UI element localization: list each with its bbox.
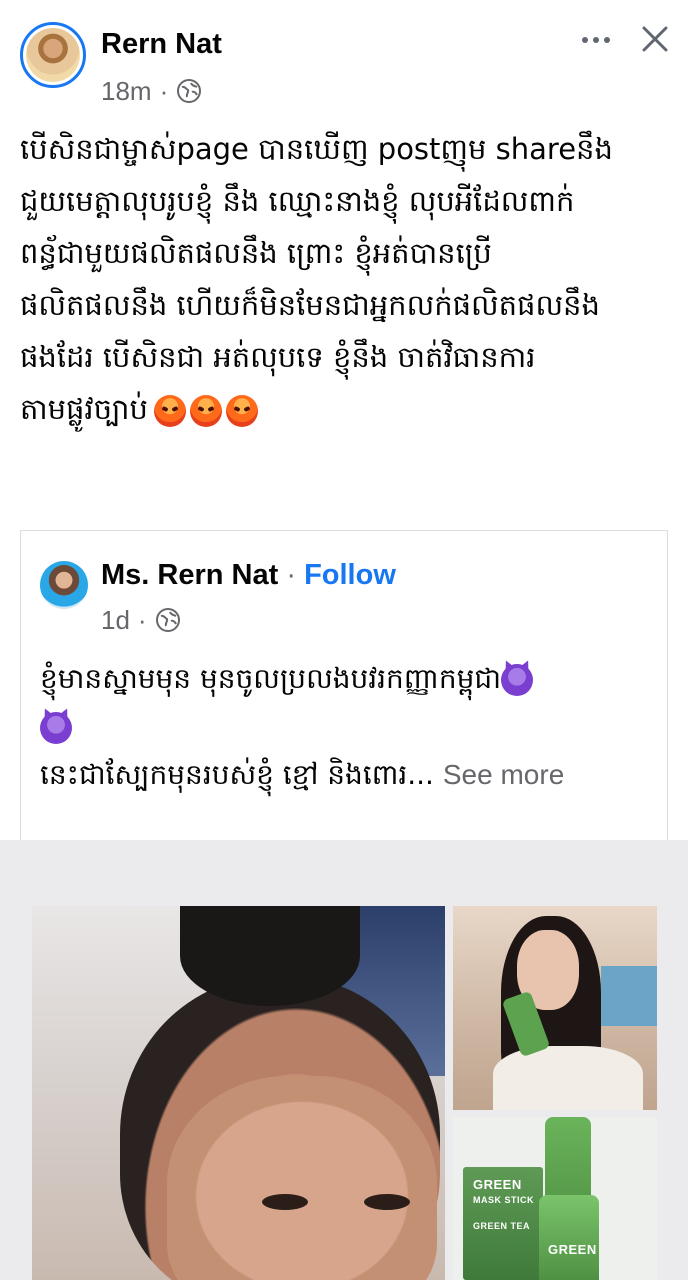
post-line: ផងដែរ បើសិនជា អត់លុបទេ ខ្ញុំនឹង ចាត់វិធា… [20, 340, 536, 374]
shared-line-1: ខ្ញុំមានស្នាមមុន មុនចូលប្រលងបវរកញ្ញាកម្ព… [40, 655, 660, 703]
see-more-link[interactable]: See more [443, 759, 564, 790]
author-avatar[interactable] [20, 22, 86, 88]
shared-meta: 1d · [101, 605, 181, 635]
post-meta: 18m · [101, 76, 202, 106]
follow-button[interactable]: Follow [304, 559, 396, 591]
photo-main[interactable] [32, 906, 445, 1280]
angry-face-icon [225, 395, 258, 427]
product-label: MASK STICK [473, 1195, 534, 1205]
emoji-row [153, 395, 258, 427]
product-label: GREEN TEA [473, 1221, 531, 1231]
product-label: GREEN [548, 1242, 597, 1257]
post-last-line: តាមផ្លូវច្បាប់ [20, 383, 675, 435]
post-line: តាមផ្លូវច្បាប់ [20, 392, 148, 426]
more-icon [582, 37, 610, 43]
shared-line: នេះជាស្បែកមុនរបស់ខ្ញុំ ខ្មៅ និងពោរ... [40, 758, 434, 791]
media-area: GREEN MASK STICK GREEN TEA GREEN [0, 840, 688, 1280]
meta-dot: · [159, 75, 169, 106]
angry-face-icon [153, 395, 186, 427]
smiling-devil-icon [501, 664, 534, 696]
smiling-devil-icon [40, 712, 72, 744]
shared-time[interactable]: 1d [101, 605, 130, 636]
photo-top-right[interactable] [453, 906, 657, 1110]
shared-line-3: នេះជាស្បែកមុនរបស់ខ្ញុំ ខ្មៅ និងពោរ... Se… [40, 751, 660, 799]
angry-face-icon [189, 395, 222, 427]
shared-line: ខ្ញុំមានស្នាមមុន មុនចូលប្រលងបវរកញ្ញាកម្ព… [40, 662, 502, 695]
post-message: បើសិនជាម្ចាស់page បានឃើញ postញុម shareនឹ… [20, 123, 675, 435]
more-options-button[interactable] [578, 22, 614, 58]
shared-message: ខ្ញុំមានស្នាមមុន មុនចូលប្រលងបវរកញ្ញាកម្ព… [40, 655, 660, 799]
shared-author-avatar[interactable] [40, 561, 88, 609]
globe-icon [177, 79, 202, 103]
globe-icon [155, 608, 180, 632]
post-line: ផលិតផលនឹង ហើយក៏មិនមែនជាអ្នកលក់ផលិតផលនឹង [20, 288, 600, 322]
shared-author-line: Ms. Rern Nat · Follow [101, 559, 396, 592]
meta-dot: · [137, 604, 147, 635]
post-time[interactable]: 18m [101, 76, 152, 107]
author-name[interactable]: Rern Nat [101, 28, 222, 61]
photo-bottom-right[interactable]: GREEN MASK STICK GREEN TEA GREEN [453, 1117, 657, 1280]
post-line: ពន្ធ័ជាមួយផលិតផលនឹង ព្រោះ ខ្ញុំអត់បានប្រ… [20, 236, 492, 270]
product-label: GREEN [473, 1177, 522, 1192]
post-line: ជួយមេត្តាលុបរូបខ្ញុំ នឹង ឈ្មោះនាងខ្ញុំ ល… [20, 184, 575, 218]
close-button[interactable] [636, 20, 674, 58]
shared-line-2 [40, 703, 660, 751]
separator-dot: · [286, 559, 296, 591]
close-icon [642, 26, 668, 52]
shared-author-name[interactable]: Ms. Rern Nat [101, 559, 278, 591]
shared-post-card[interactable]: Ms. Rern Nat · Follow 1d · ខ្ញុំមានស្នាម… [20, 530, 668, 840]
post-header: Rern Nat 18m · [0, 0, 688, 118]
post-line: បើសិនជាម្ចាស់page បានឃើញ postញុម shareនឹ… [20, 132, 613, 166]
